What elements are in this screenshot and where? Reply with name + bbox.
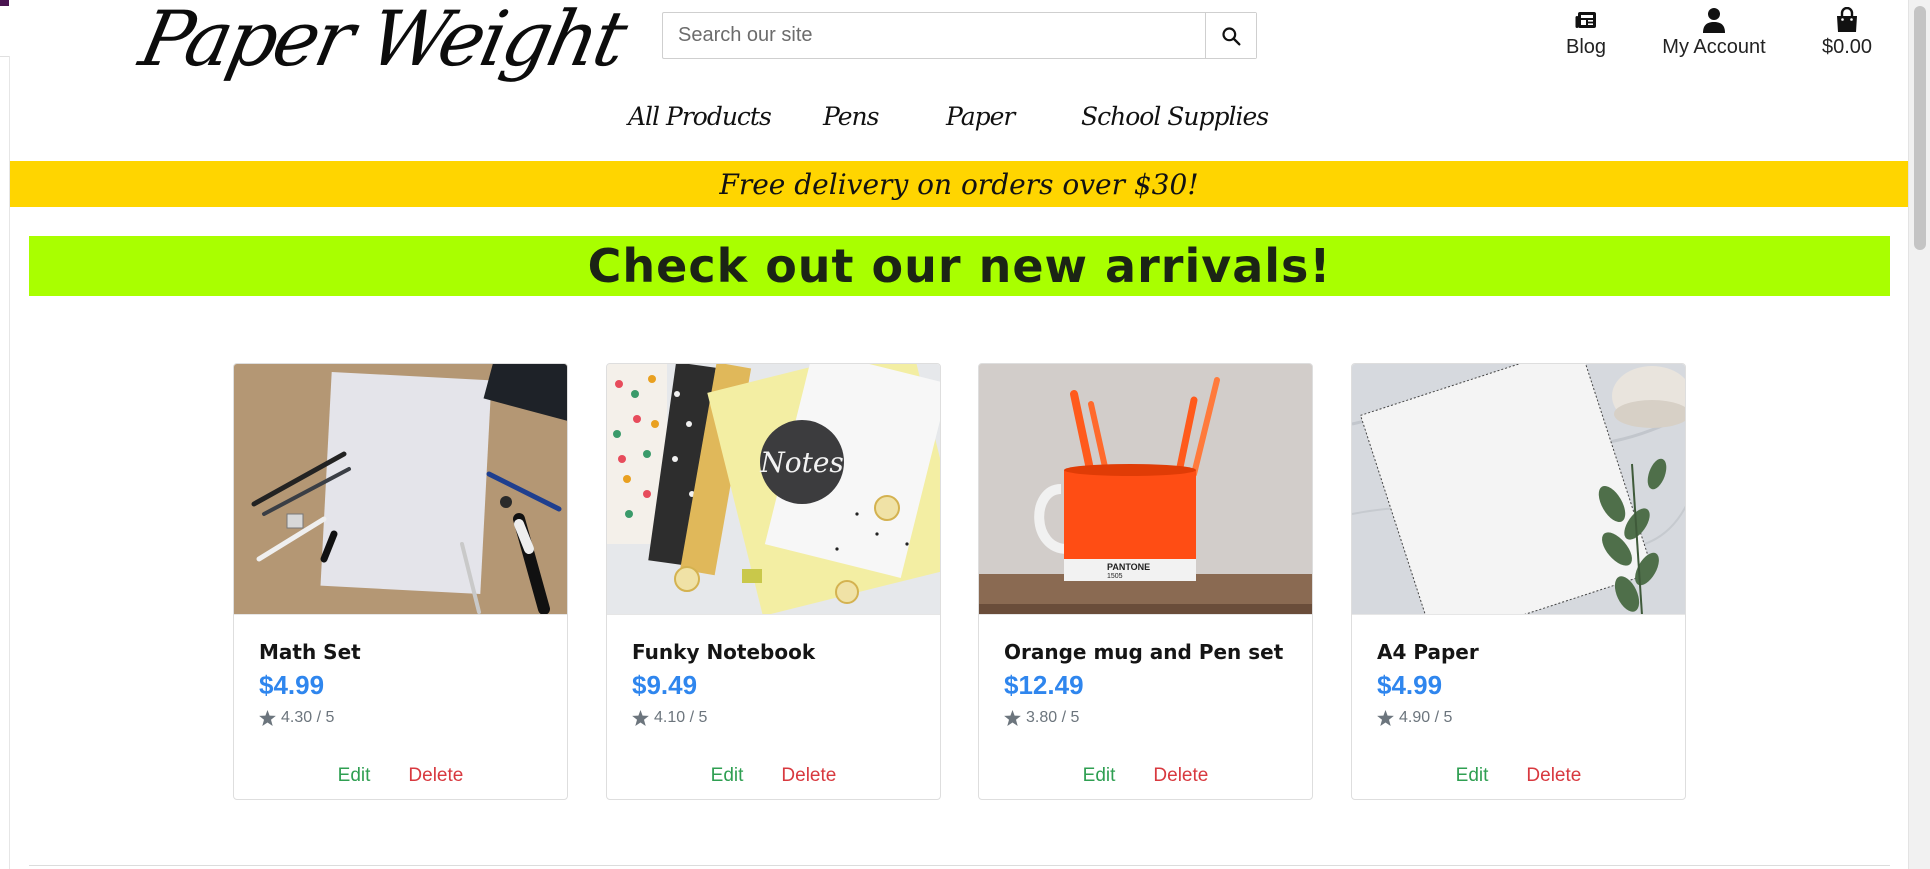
rating-text: 3.80 / 5	[1026, 709, 1080, 726]
shopping-bag-icon	[1837, 7, 1857, 32]
product-details: A4 Paper $4.99 4.90 / 5	[1377, 640, 1665, 727]
rating-text: 4.90 / 5	[1399, 709, 1453, 726]
section-divider	[29, 865, 1890, 866]
star-icon	[259, 710, 276, 726]
orange-mug-photo: PANTONE 1505	[979, 364, 1312, 614]
blog-link[interactable]: Blog	[1561, 6, 1611, 66]
product-actions: Edit Delete	[234, 765, 567, 787]
delete-product-link[interactable]: Delete	[1526, 765, 1581, 787]
product-price: $4.99	[259, 670, 325, 700]
product-name[interactable]: Orange mug and Pen set	[1004, 640, 1292, 664]
math-set-photo	[234, 364, 567, 614]
svg-text:Notes: Notes	[759, 446, 844, 479]
svg-text:PANTONE: PANTONE	[1107, 562, 1150, 572]
product-actions: Edit Delete	[1352, 765, 1685, 787]
logo-text: Paper Weight	[132, 0, 633, 83]
new-arrivals-banner: Check out our new arrivals!	[29, 236, 1890, 296]
nav-all-products[interactable]: All Products	[628, 102, 772, 131]
product-image-a4-paper[interactable]	[1352, 364, 1685, 615]
product-card-funky-notebook: Notes Funky Notebook $9.49 4.10 / 5 Edit…	[606, 363, 941, 800]
search-icon	[1222, 26, 1241, 45]
delete-product-link[interactable]: Delete	[1153, 765, 1208, 787]
product-rating: 3.80 / 5	[1004, 709, 1292, 727]
search-input[interactable]	[663, 13, 1205, 58]
delete-product-link[interactable]: Delete	[408, 765, 463, 787]
edit-product-link[interactable]: Edit	[1083, 765, 1116, 787]
product-image-funky-notebook[interactable]: Notes	[607, 364, 940, 615]
blog-label: Blog	[1565, 36, 1607, 58]
product-image-orange-mug[interactable]: PANTONE 1505	[979, 364, 1312, 615]
my-account-link[interactable]: My Account	[1656, 6, 1772, 66]
user-icon	[1703, 8, 1725, 33]
free-delivery-bar: Free delivery on orders over $30!	[10, 161, 1908, 207]
edit-product-link[interactable]: Edit	[338, 765, 371, 787]
delete-product-link[interactable]: Delete	[781, 765, 836, 787]
nav-pens[interactable]: Pens	[823, 102, 879, 131]
star-icon	[1377, 710, 1394, 726]
product-price: $9.49	[632, 670, 698, 700]
product-price: $12.49	[1004, 670, 1084, 700]
product-image-math-set[interactable]	[234, 364, 567, 615]
search-button[interactable]	[1205, 13, 1256, 58]
star-icon	[632, 710, 649, 726]
edit-product-link[interactable]: Edit	[1456, 765, 1489, 787]
nav-paper[interactable]: Paper	[946, 102, 1015, 131]
nav-school-supplies[interactable]: School Supplies	[1081, 102, 1269, 131]
rating-text: 4.10 / 5	[654, 709, 708, 726]
star-icon	[1004, 710, 1021, 726]
product-card-orange-mug-pen-set: PANTONE 1505 Orange mug and Pen set $12.…	[978, 363, 1313, 800]
site-logo[interactable]: Paper Weight	[133, 0, 632, 83]
product-rating: 4.90 / 5	[1377, 709, 1665, 727]
product-name[interactable]: Funky Notebook	[632, 640, 920, 664]
newspaper-icon	[1575, 12, 1596, 28]
cart-total: $0.00	[1821, 36, 1873, 58]
scrollbar-thumb[interactable]	[1914, 6, 1926, 250]
new-arrivals-heading: Check out our new arrivals!	[587, 239, 1332, 293]
window-edge-marker	[0, 0, 9, 6]
product-name[interactable]: Math Set	[259, 640, 547, 664]
cart-link[interactable]: $0.00	[1820, 6, 1874, 66]
svg-text:1505: 1505	[1107, 573, 1123, 580]
product-rating: 4.30 / 5	[259, 709, 547, 727]
product-card-math-set: Math Set $4.99 4.30 / 5 Edit Delete	[233, 363, 568, 800]
product-rating: 4.10 / 5	[632, 709, 920, 727]
rating-text: 4.30 / 5	[281, 709, 335, 726]
product-name[interactable]: A4 Paper	[1377, 640, 1665, 664]
product-actions: Edit Delete	[979, 765, 1312, 787]
product-details: Math Set $4.99 4.30 / 5	[259, 640, 547, 727]
product-details: Funky Notebook $9.49 4.10 / 5	[632, 640, 920, 727]
main-navigation: All Products Pens Paper School Supplies	[0, 102, 1908, 144]
search-form	[662, 12, 1257, 59]
product-actions: Edit Delete	[607, 765, 940, 787]
a4-paper-photo	[1352, 364, 1685, 614]
free-delivery-text: Free delivery on orders over $30!	[719, 167, 1199, 201]
funky-notebook-photo: Notes	[607, 364, 940, 614]
my-account-label: My Account	[1662, 36, 1766, 58]
product-details: Orange mug and Pen set $12.49 3.80 / 5	[1004, 640, 1292, 727]
vertical-scrollbar[interactable]	[1908, 0, 1930, 869]
product-price: $4.99	[1377, 670, 1443, 700]
edit-product-link[interactable]: Edit	[711, 765, 744, 787]
product-card-a4-paper: A4 Paper $4.99 4.90 / 5 Edit Delete	[1351, 363, 1686, 800]
